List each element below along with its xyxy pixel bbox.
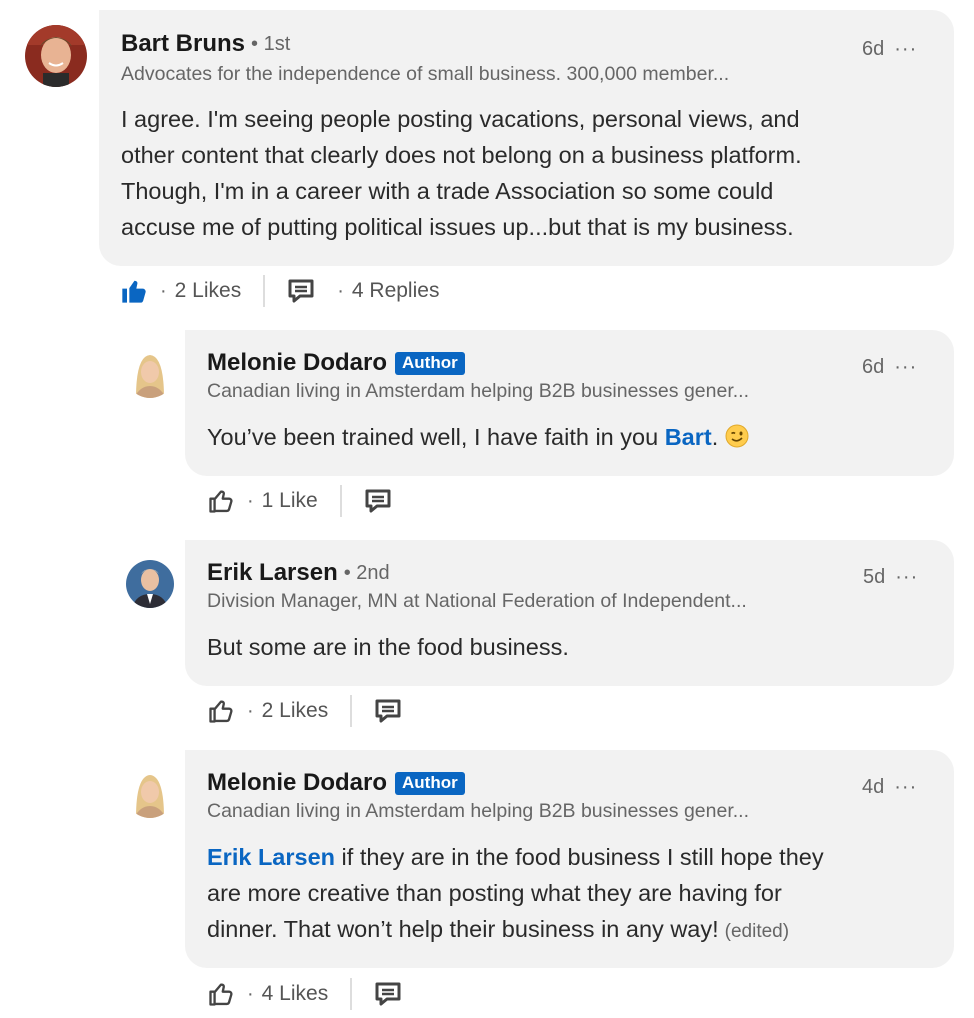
mention-link[interactable]: Bart <box>665 424 712 450</box>
comment-text-line: other content that clearly does not belo… <box>121 142 802 168</box>
separator-dot: · <box>247 699 254 722</box>
likes-count[interactable]: 4 Likes <box>262 982 329 1006</box>
timestamp: 6d <box>862 356 885 378</box>
commenter-name[interactable]: Melonie Dodaro <box>207 769 387 797</box>
more-options-icon[interactable]: ··· <box>894 356 917 379</box>
avatar[interactable] <box>126 560 174 608</box>
comment-meta: 6d ··· <box>862 356 917 379</box>
timestamp: 4d <box>862 776 885 798</box>
comment-meta: 5d ··· <box>863 566 918 589</box>
reply-icon[interactable] <box>364 488 392 514</box>
reply-text-line: dinner. That won’t help their business i… <box>207 911 937 950</box>
action-divider <box>263 275 266 307</box>
reply-text-line: are more creative than posting what they… <box>207 880 782 906</box>
more-options-icon[interactable]: ··· <box>894 38 917 61</box>
comment-text-line: accuse me of putting political issues up… <box>121 214 794 240</box>
comment-text-line: Though, I'm in a career with a trade Ass… <box>121 178 774 204</box>
reply-text: But some are in the food business. <box>207 634 569 660</box>
comment-meta: 6d ··· <box>862 38 917 61</box>
winking-face-emoji-icon <box>725 422 749 458</box>
reply-text-part: dinner. That won’t help their business i… <box>207 916 719 942</box>
like-icon[interactable] <box>207 980 235 1008</box>
reply-text-part: You’ve been trained well, I have faith i… <box>207 424 665 450</box>
commenter-name-line: Melonie Dodaro Author <box>207 349 465 377</box>
author-badge: Author <box>395 351 465 375</box>
connection-degree: • 2nd <box>343 561 390 584</box>
like-icon[interactable] <box>207 487 235 515</box>
commenter-headline: Canadian living in Amsterdam helping B2B… <box>207 800 749 822</box>
like-filled-icon[interactable] <box>120 277 148 305</box>
likes-count[interactable]: 2 Likes <box>262 699 329 723</box>
like-icon[interactable] <box>207 697 235 725</box>
reply-icon[interactable] <box>374 698 402 724</box>
action-divider <box>350 695 353 727</box>
action-divider <box>350 978 353 1010</box>
comment-text-line: I agree. I'm seeing people posting vacat… <box>121 106 800 132</box>
avatar[interactable] <box>25 25 87 87</box>
commenter-headline: Canadian living in Amsterdam helping B2B… <box>207 380 749 402</box>
action-divider <box>339 485 342 517</box>
comment-meta: 4d ··· <box>862 776 917 799</box>
reply-actions: · 1 Like <box>207 484 392 518</box>
avatar[interactable] <box>126 350 174 398</box>
commenter-name[interactable]: Erik Larsen <box>207 559 338 587</box>
replies-count[interactable]: 4 Replies <box>352 279 440 303</box>
commenter-name-line: Bart Bruns • 1st <box>121 30 290 58</box>
connection-degree: • 1st <box>251 32 291 55</box>
mention-link[interactable]: Erik Larsen <box>207 844 335 870</box>
commenter-name[interactable]: Bart Bruns <box>121 30 245 58</box>
commenter-name-line: Melonie Dodaro Author <box>207 769 465 797</box>
likes-count[interactable]: 1 Like <box>262 489 318 513</box>
comment-text: I agree. I'm seeing people posting vacat… <box>121 101 921 245</box>
commenter-headline: Advocates for the independence of small … <box>121 63 730 85</box>
separator-dot: · <box>160 279 167 302</box>
reply-text: Erik Larsen if they are in the food busi… <box>207 839 937 950</box>
likes-count[interactable]: 2 Likes <box>175 279 242 303</box>
separator-dot: · <box>337 279 344 302</box>
commenter-name[interactable]: Melonie Dodaro <box>207 349 387 377</box>
timestamp: 5d <box>863 566 886 588</box>
commenter-headline: Division Manager, MN at National Federat… <box>207 590 747 612</box>
reply-text: You’ve been trained well, I have faith i… <box>207 419 927 458</box>
separator-dot: · <box>247 489 254 512</box>
reply-icon[interactable] <box>287 278 315 304</box>
separator-dot: · <box>247 982 254 1005</box>
reply-text-line: Erik Larsen if they are in the food busi… <box>207 839 937 875</box>
more-options-icon[interactable]: ··· <box>895 566 918 589</box>
edited-label: (edited) <box>724 921 790 942</box>
author-badge: Author <box>395 771 465 795</box>
reply-text-part: . <box>711 424 725 450</box>
avatar[interactable] <box>126 770 174 818</box>
reply-icon[interactable] <box>374 981 402 1007</box>
reply-actions: · 2 Likes <box>207 694 402 728</box>
comment-actions: · 2 Likes · 4 Replies <box>120 274 439 308</box>
commenter-name-line: Erik Larsen • 2nd <box>207 559 390 587</box>
reply-actions: · 4 Likes <box>207 977 402 1011</box>
timestamp: 6d <box>862 38 885 60</box>
more-options-icon[interactable]: ··· <box>894 776 917 799</box>
reply-text-part: if they are in the food business I still… <box>335 844 824 870</box>
